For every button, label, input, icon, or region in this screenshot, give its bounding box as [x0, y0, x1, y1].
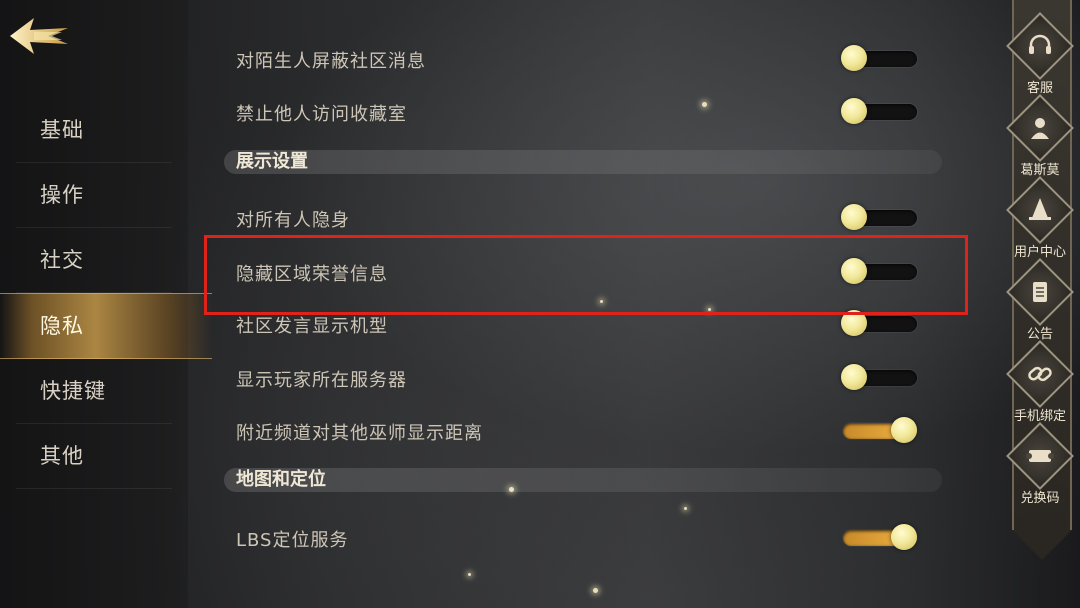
- left-nav-panel: 基础 操作 社交 隐私 快捷键 其他: [0, 0, 212, 608]
- toggle-knob: [841, 204, 867, 230]
- nav-item-basic[interactable]: 基础: [16, 98, 172, 163]
- character-icon: [1006, 94, 1074, 162]
- gesimo-button[interactable]: 葛斯莫: [1004, 94, 1076, 178]
- toggle-knob: [841, 364, 867, 390]
- setting-label: 附近频道对其他巫师显示距离: [236, 423, 483, 444]
- show-device-model-toggle[interactable]: [841, 310, 917, 336]
- toggle-knob: [891, 417, 917, 443]
- nav-item-social[interactable]: 社交: [16, 228, 172, 293]
- announcement-button[interactable]: 公告: [1004, 258, 1076, 342]
- setting-row-block-stranger-messages: 对陌生人屏蔽社区消息: [236, 42, 926, 82]
- phone-binding-button[interactable]: 手机绑定: [1004, 340, 1076, 424]
- redeem-code-button[interactable]: 兑换码: [1004, 422, 1076, 506]
- setting-label: 禁止他人访问收藏室: [236, 104, 407, 125]
- toggle-knob: [841, 98, 867, 124]
- light-mote: [468, 573, 471, 576]
- setting-label: LBS定位服务: [236, 530, 349, 551]
- light-mote: [593, 588, 598, 593]
- lbs-toggle[interactable]: [843, 524, 917, 550]
- block-stranger-messages-toggle[interactable]: [841, 45, 917, 71]
- user-center-button[interactable]: 用户中心: [1004, 176, 1076, 260]
- setting-label: 对陌生人屏蔽社区消息: [236, 51, 426, 72]
- setting-label: 显示玩家所在服务器: [236, 370, 407, 391]
- scroll-icon: [1006, 258, 1074, 326]
- ticket-icon: [1006, 422, 1074, 490]
- show-distance-toggle[interactable]: [843, 417, 917, 443]
- block-collection-visits-toggle[interactable]: [841, 98, 917, 124]
- headset-icon: [1006, 12, 1074, 80]
- invisible-to-all-toggle[interactable]: [841, 204, 917, 230]
- show-server-toggle[interactable]: [841, 364, 917, 390]
- nav-item-shortcuts[interactable]: 快捷键: [16, 359, 172, 424]
- settings-nav: 基础 操作 社交 隐私 快捷键 其他: [0, 98, 212, 489]
- toggle-knob: [841, 45, 867, 71]
- nav-item-other[interactable]: 其他: [16, 424, 172, 489]
- setting-row-show-distance: 附近频道对其他巫师显示距离: [236, 414, 926, 454]
- section-header-display: 展示设置: [224, 150, 942, 174]
- nav-item-controls[interactable]: 操作: [16, 163, 172, 228]
- setting-row-block-collection-visits: 禁止他人访问收藏室: [236, 95, 926, 135]
- customer-service-button[interactable]: 客服: [1004, 12, 1076, 96]
- highlight-box: [204, 235, 968, 315]
- back-button[interactable]: [8, 12, 72, 60]
- toggle-knob: [891, 524, 917, 550]
- light-mote: [684, 507, 687, 510]
- back-arrow-icon: [10, 18, 68, 54]
- nav-item-privacy[interactable]: 隐私: [0, 293, 212, 359]
- section-title: 展示设置: [236, 151, 308, 172]
- section-title: 地图和定位: [236, 469, 326, 490]
- setting-row-lbs: LBS定位服务: [236, 521, 926, 561]
- setting-row-show-server: 显示玩家所在服务器: [236, 361, 926, 401]
- section-header-map: 地图和定位: [224, 468, 942, 492]
- chain-link-icon: [1006, 340, 1074, 408]
- wizard-hat-icon: [1006, 176, 1074, 244]
